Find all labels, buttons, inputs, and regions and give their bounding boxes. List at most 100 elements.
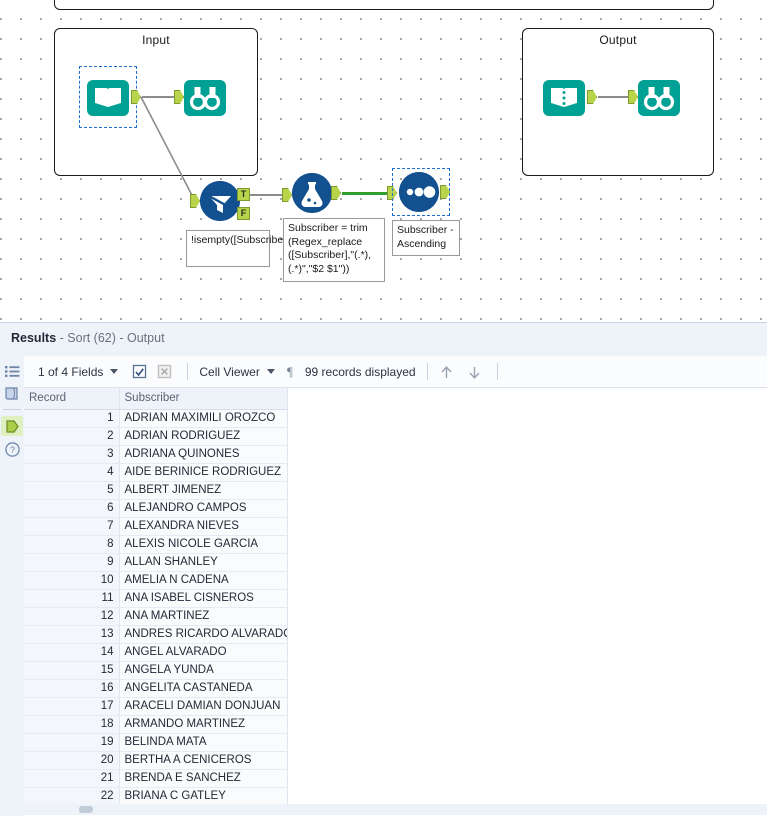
table-row[interactable]: 6 ALEJANDRO CAMPOS <box>24 499 288 518</box>
chevron-down-icon-2[interactable] <box>266 369 275 374</box>
cell-subscriber[interactable]: BELINDA MATA <box>119 733 288 752</box>
input-anchor-filter[interactable] <box>190 194 200 208</box>
cell-subscriber[interactable]: ANDRES RICARDO ALVARADO <box>119 625 288 644</box>
table-row[interactable]: 20 BERTHA A CENICEROS <box>24 751 288 770</box>
cell-subscriber[interactable]: ARACELI DAMIAN DONJUAN <box>119 697 288 716</box>
cell-record[interactable]: 13 <box>24 625 120 644</box>
cell-record[interactable]: 14 <box>24 643 120 662</box>
output-anchor-filter-true[interactable]: T <box>237 188 250 201</box>
cell-subscriber[interactable]: ALEJANDRO CAMPOS <box>119 499 288 518</box>
cell-record[interactable]: 7 <box>24 517 120 536</box>
chevron-down-icon[interactable] <box>110 369 119 374</box>
output-anchor-formula[interactable] <box>331 186 341 200</box>
cell-record[interactable]: 5 <box>24 481 120 500</box>
cell-record[interactable]: 15 <box>24 661 120 680</box>
cell-subscriber[interactable]: ARMANDO MARTINEZ <box>119 715 288 734</box>
tool-container-partial[interactable] <box>54 0 714 10</box>
cell-subscriber[interactable]: ANGEL ALVARADO <box>119 643 288 662</box>
formula-tool[interactable] <box>292 173 332 213</box>
table-row[interactable]: 8 ALEXIS NICOLE GARCIA <box>24 535 288 554</box>
horizontal-scrollbar[interactable] <box>24 804 767 815</box>
cell-subscriber[interactable]: ADRIAN MAXIMILI OROZCO <box>119 409 288 428</box>
cell-record[interactable]: 3 <box>24 445 120 464</box>
cell-record[interactable]: 8 <box>24 535 120 554</box>
list-view-icon[interactable] <box>4 363 21 380</box>
cell-record[interactable]: 10 <box>24 571 120 590</box>
cell-record[interactable]: 2 <box>24 427 120 446</box>
table-row[interactable]: 11 ANA ISABEL CISNEROS <box>24 589 288 608</box>
results-toolbar[interactable]: 1 of 4 Fields Cell Viewer ¶ 99 records d <box>24 356 767 388</box>
table-row[interactable]: 15 ANGELA YUNDA <box>24 661 288 680</box>
arrow-down-icon[interactable] <box>467 364 482 379</box>
output-anchor-filter-false[interactable]: F <box>237 207 250 220</box>
table-row[interactable]: 1 ADRIAN MAXIMILI OROZCO <box>24 409 288 428</box>
table-row[interactable]: 12 ANA MARTINEZ <box>24 607 288 626</box>
column-view-icon[interactable] <box>4 385 21 402</box>
table-row[interactable]: 18 ARMANDO MARTINEZ <box>24 715 288 734</box>
fields-selector[interactable]: 1 of 4 Fields <box>38 365 122 379</box>
table-row[interactable]: 22 BRIANA C GATLEY <box>24 787 288 806</box>
table-row[interactable]: 2 ADRIAN RODRIGUEZ <box>24 427 288 446</box>
column-header-subscriber[interactable]: Subscriber <box>119 388 288 410</box>
cell-record[interactable]: 21 <box>24 769 120 788</box>
cell-subscriber[interactable]: BRIANA C GATLEY <box>119 787 288 806</box>
cell-record[interactable]: 16 <box>24 679 120 698</box>
arrow-up-icon[interactable] <box>439 364 454 379</box>
cell-subscriber[interactable]: BRENDA E SANCHEZ <box>119 769 288 788</box>
cell-subscriber[interactable]: ANGELITA CASTANEDA <box>119 679 288 698</box>
cell-subscriber[interactable]: ADRIANA QUINONES <box>119 445 288 464</box>
connection-filter-to-formula <box>250 194 287 196</box>
cell-subscriber[interactable]: ALBERT JIMENEZ <box>119 481 288 500</box>
cell-record[interactable]: 1 <box>24 409 120 428</box>
cell-record[interactable]: 17 <box>24 697 120 716</box>
cell-record[interactable]: 20 <box>24 751 120 770</box>
cell-subscriber[interactable]: ANA ISABEL CISNEROS <box>119 589 288 608</box>
help-icon[interactable]: ? <box>4 441 21 458</box>
cell-record[interactable]: 22 <box>24 787 120 806</box>
cell-record[interactable]: 19 <box>24 733 120 752</box>
cell-record[interactable]: 18 <box>24 715 120 734</box>
output-anchor-icon[interactable] <box>4 418 21 435</box>
cell-subscriber[interactable]: ALEXIS NICOLE GARCIA <box>119 535 288 554</box>
pilcrow-icon[interactable]: ¶ <box>287 364 296 379</box>
cell-record[interactable]: 11 <box>24 589 120 608</box>
table-row[interactable]: 13 ANDRES RICARDO ALVARADO <box>24 625 288 644</box>
browse-tool-output[interactable] <box>636 74 682 120</box>
sort-tool[interactable] <box>399 172 439 212</box>
cell-subscriber[interactable]: ALLAN SHANLEY <box>119 553 288 572</box>
table-row[interactable]: 14 ANGEL ALVARADO <box>24 643 288 662</box>
input-anchor-formula[interactable] <box>282 188 292 202</box>
cell-subscriber[interactable]: ANGELA YUNDA <box>119 661 288 680</box>
cell-subscriber[interactable]: BERTHA A CENICEROS <box>119 751 288 770</box>
table-row[interactable]: 5 ALBERT JIMENEZ <box>24 481 288 500</box>
column-header-record[interactable]: Record <box>24 388 120 410</box>
input-data-tool[interactable] <box>85 74 131 120</box>
table-row[interactable]: 4 AIDE BERINICE RODRIGUEZ <box>24 463 288 482</box>
cell-subscriber[interactable]: ADRIAN RODRIGUEZ <box>119 427 288 446</box>
cell-record[interactable]: 4 <box>24 463 120 482</box>
table-row[interactable]: 3 ADRIANA QUINONES <box>24 445 288 464</box>
cell-record[interactable]: 6 <box>24 499 120 518</box>
checkbox-disabled-icon[interactable] <box>157 364 172 379</box>
cell-record[interactable]: 12 <box>24 607 120 626</box>
cell-subscriber[interactable]: AMELIA N CADENA <box>119 571 288 590</box>
table-row[interactable]: 10 AMELIA N CADENA <box>24 571 288 590</box>
cell-viewer-selector[interactable]: Cell Viewer <box>199 365 278 379</box>
cell-subscriber[interactable]: ANA MARTINEZ <box>119 607 288 626</box>
cell-subscriber[interactable]: ALEXANDRA NIEVES <box>119 517 288 536</box>
filter-tool[interactable] <box>200 181 240 221</box>
table-row[interactable]: 21 BRENDA E SANCHEZ <box>24 769 288 788</box>
workflow-canvas[interactable]: Input T F !isempty([Subscriber]) Subscri… <box>0 0 767 322</box>
results-grid-container[interactable]: Record Subscriber 1 ADRIAN MAXIMILI OROZC… <box>24 388 767 816</box>
checkbox-checked-icon[interactable] <box>132 364 147 379</box>
output-data-tool[interactable] <box>541 74 587 120</box>
table-row[interactable]: 19 BELINDA MATA <box>24 733 288 752</box>
browse-tool-input[interactable] <box>182 74 228 120</box>
cell-record[interactable]: 9 <box>24 553 120 572</box>
table-row[interactable]: 17 ARACELI DAMIAN DONJUAN <box>24 697 288 716</box>
table-row[interactable]: 7 ALEXANDRA NIEVES <box>24 517 288 536</box>
scrollbar-thumb[interactable] <box>79 806 93 813</box>
table-row[interactable]: 9 ALLAN SHANLEY <box>24 553 288 572</box>
table-row[interactable]: 16 ANGELITA CASTANEDA <box>24 679 288 698</box>
cell-subscriber[interactable]: AIDE BERINICE RODRIGUEZ <box>119 463 288 482</box>
